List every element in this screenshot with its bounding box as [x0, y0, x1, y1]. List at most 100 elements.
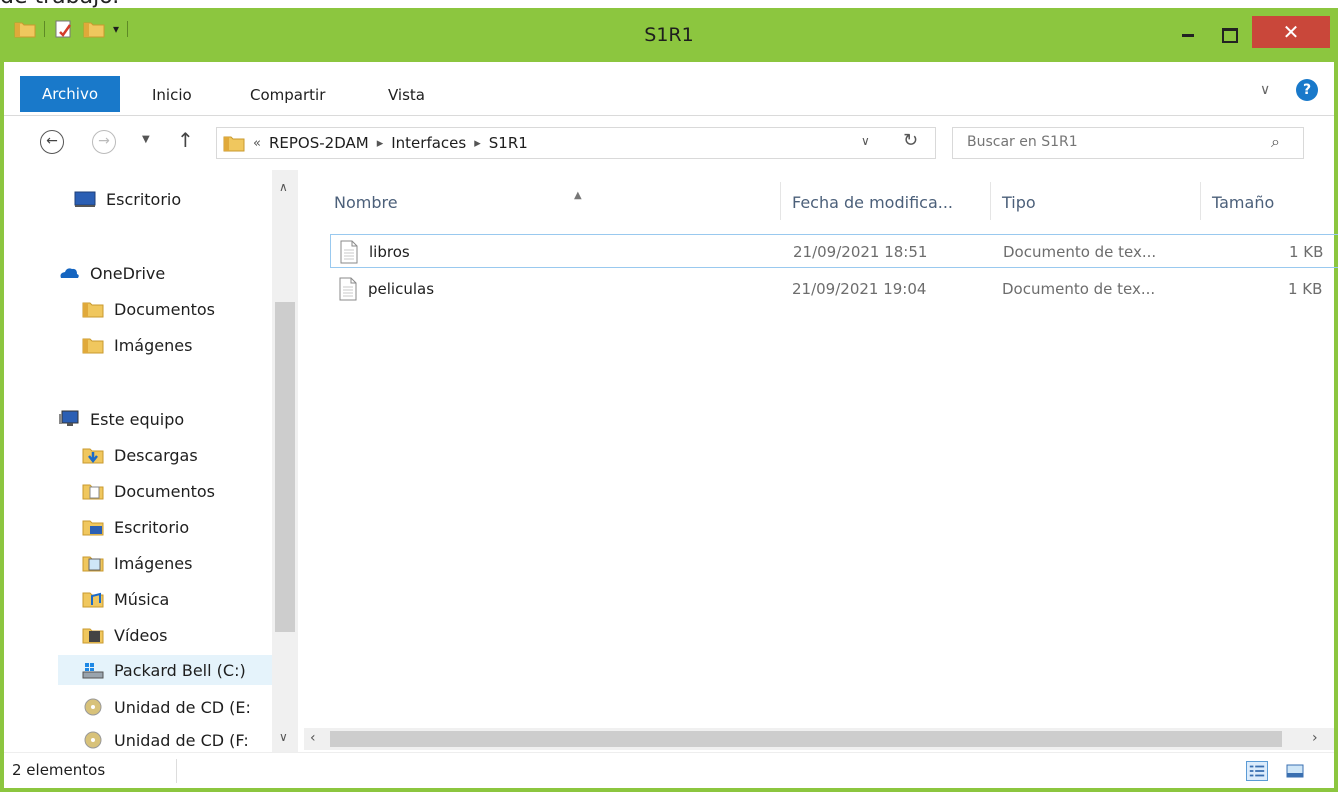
nav-item-label: Documentos [114, 481, 216, 501]
file-date: 21/09/2021 18:51 [793, 243, 928, 261]
nav-item-onedrive[interactable]: OneDrive [58, 258, 165, 288]
minimize-button[interactable] [1170, 20, 1206, 50]
scrollbar-thumb[interactable] [330, 731, 1282, 747]
nav-item-videos[interactable]: Vídeos [82, 620, 168, 650]
breadcrumb-s1r1[interactable]: S1R1 [489, 134, 528, 152]
explorer-window: ▾ S1R1 ✕ Archivo Inicio Compartir Vista … [0, 8, 1338, 792]
file-date: 21/09/2021 19:04 [792, 280, 927, 298]
nav-item-label: Unidad de CD (E: [114, 697, 251, 717]
text-file-icon [340, 240, 358, 264]
chevron-right-icon[interactable]: ▸ [474, 136, 481, 151]
nav-item-label: Documentos [114, 299, 216, 319]
column-divider[interactable] [780, 182, 781, 220]
column-header-name[interactable]: Nombre ▲ [334, 186, 780, 218]
nav-item-musica[interactable]: Música [82, 584, 169, 614]
column-header-size[interactable]: Tamaño [1212, 186, 1332, 218]
breadcrumb-interfaces[interactable]: Interfaces [391, 134, 466, 152]
column-divider[interactable] [990, 182, 991, 220]
address-bar[interactable]: « REPOS-2DAM ▸ Interfaces ▸ S1R1 ∨ ↻ [216, 127, 936, 159]
address-dropdown-icon[interactable]: ∨ [861, 134, 870, 148]
navigation-pane: Escritorio OneDrive Documentos Imágenes … [4, 170, 300, 752]
nav-scrollbar[interactable]: ∧ ∨ [272, 170, 298, 752]
status-bar: 2 elementos [4, 752, 1334, 788]
cd-drive-icon [84, 698, 102, 716]
nav-item-escritorio[interactable]: Escritorio [74, 184, 181, 214]
close-button[interactable]: ✕ [1252, 16, 1330, 48]
drive-icon [82, 663, 104, 679]
search-box[interactable]: ⌕ [952, 127, 1304, 159]
title-bar[interactable]: ▾ S1R1 ✕ [4, 8, 1334, 62]
downloads-folder-icon [82, 448, 104, 464]
horizontal-scrollbar[interactable]: ‹ › [304, 728, 1334, 750]
file-type: Documento de tex... [1003, 243, 1157, 261]
crumb-overflow-icon[interactable]: « [253, 136, 261, 151]
help-icon[interactable]: ? [1296, 79, 1318, 101]
window-title: S1R1 [644, 24, 694, 46]
nav-item-escritorio-equipo[interactable]: Escritorio [82, 512, 189, 542]
scroll-up-icon[interactable]: ∧ [279, 180, 288, 194]
sort-ascending-icon: ▲ [574, 190, 582, 201]
file-name: peliculas [368, 280, 435, 298]
column-header-label: Tamaño [1212, 192, 1275, 212]
scroll-down-icon[interactable]: ∨ [279, 730, 288, 744]
background-text: de trabajo. [0, 0, 119, 8]
nav-item-label: Escritorio [114, 517, 190, 537]
file-name-cell: libros [339, 235, 410, 269]
nav-item-label: OneDrive [90, 263, 166, 283]
nav-item-label: Descargas [114, 445, 198, 465]
nav-item-documentos-equipo[interactable]: Documentos [82, 476, 215, 506]
status-divider [176, 759, 177, 783]
navigation-bar: ← → ▼ ↑ « REPOS-2DAM ▸ Interfaces ▸ S1R1… [4, 116, 1334, 170]
folder-icon [82, 338, 104, 354]
music-folder-icon [82, 592, 104, 608]
nav-item-este-equipo[interactable]: Este equipo [58, 404, 184, 434]
pictures-folder-icon [82, 556, 104, 572]
nav-item-cd-f[interactable]: Unidad de CD (F: [82, 728, 272, 752]
expand-ribbon-icon[interactable]: ∨ [1260, 82, 1270, 98]
nav-item-cd-e[interactable]: Unidad de CD (E: [82, 692, 272, 722]
scroll-right-icon[interactable]: › [1312, 730, 1318, 746]
search-input[interactable] [967, 134, 1257, 150]
maximize-button[interactable] [1212, 20, 1248, 50]
column-header-date[interactable]: Fecha de modifica... [792, 186, 988, 218]
column-header-type[interactable]: Tipo [1002, 186, 1198, 218]
breadcrumb-repos-2dam[interactable]: REPOS-2DAM [269, 134, 369, 152]
background-text-fragment: de trabajo. [0, 0, 1338, 8]
nav-item-imagenes-equipo[interactable]: Imágenes [82, 548, 192, 578]
desktop-folder-icon [82, 520, 104, 536]
nav-item-descargas[interactable]: Descargas [82, 440, 198, 470]
nav-item-documentos[interactable]: Documentos [82, 294, 215, 324]
up-button[interactable]: ↑ [177, 128, 194, 152]
cd-drive-icon [84, 731, 102, 749]
file-size: 1 KB [1288, 280, 1323, 298]
folder-icon [223, 136, 245, 152]
tab-inicio[interactable]: Inicio [152, 80, 192, 110]
text-file-icon [339, 277, 357, 301]
refresh-icon[interactable]: ↻ [903, 130, 918, 151]
ribbon: Archivo Inicio Compartir Vista ∨ ? [4, 62, 1334, 116]
file-row-libros[interactable]: libros 21/09/2021 18:51 Documento de tex… [330, 234, 1338, 268]
back-button[interactable]: ← [40, 130, 64, 154]
file-type: Documento de tex... [1002, 280, 1156, 298]
scrollbar-thumb[interactable] [275, 302, 295, 632]
details-view-icon[interactable] [1246, 761, 1268, 781]
column-header-label: Nombre [334, 192, 398, 212]
forward-button[interactable]: → [92, 130, 116, 154]
nav-item-label: Packard Bell (C:) [114, 660, 246, 680]
desktop-icon [74, 191, 96, 207]
nav-item-packard-bell[interactable]: Packard Bell (C:) [58, 655, 272, 685]
nav-item-imagenes[interactable]: Imágenes [82, 330, 192, 360]
chevron-right-icon[interactable]: ▸ [377, 136, 384, 151]
search-icon[interactable]: ⌕ [1271, 132, 1280, 152]
file-list: Nombre ▲ Fecha de modifica... Tipo Tamañ… [304, 170, 1338, 752]
documents-folder-icon [82, 484, 104, 500]
tab-vista[interactable]: Vista [388, 80, 425, 110]
file-row-peliculas[interactable]: peliculas 21/09/2021 19:04 Documento de … [330, 272, 1338, 306]
column-divider[interactable] [1200, 182, 1201, 220]
scroll-left-icon[interactable]: ‹ [310, 730, 316, 746]
recent-locations-icon[interactable]: ▼ [142, 134, 150, 145]
tab-archivo[interactable]: Archivo [20, 76, 120, 112]
tab-compartir[interactable]: Compartir [250, 80, 325, 110]
column-header-label: Tipo [1002, 192, 1036, 212]
large-icons-view-icon[interactable] [1284, 761, 1306, 781]
